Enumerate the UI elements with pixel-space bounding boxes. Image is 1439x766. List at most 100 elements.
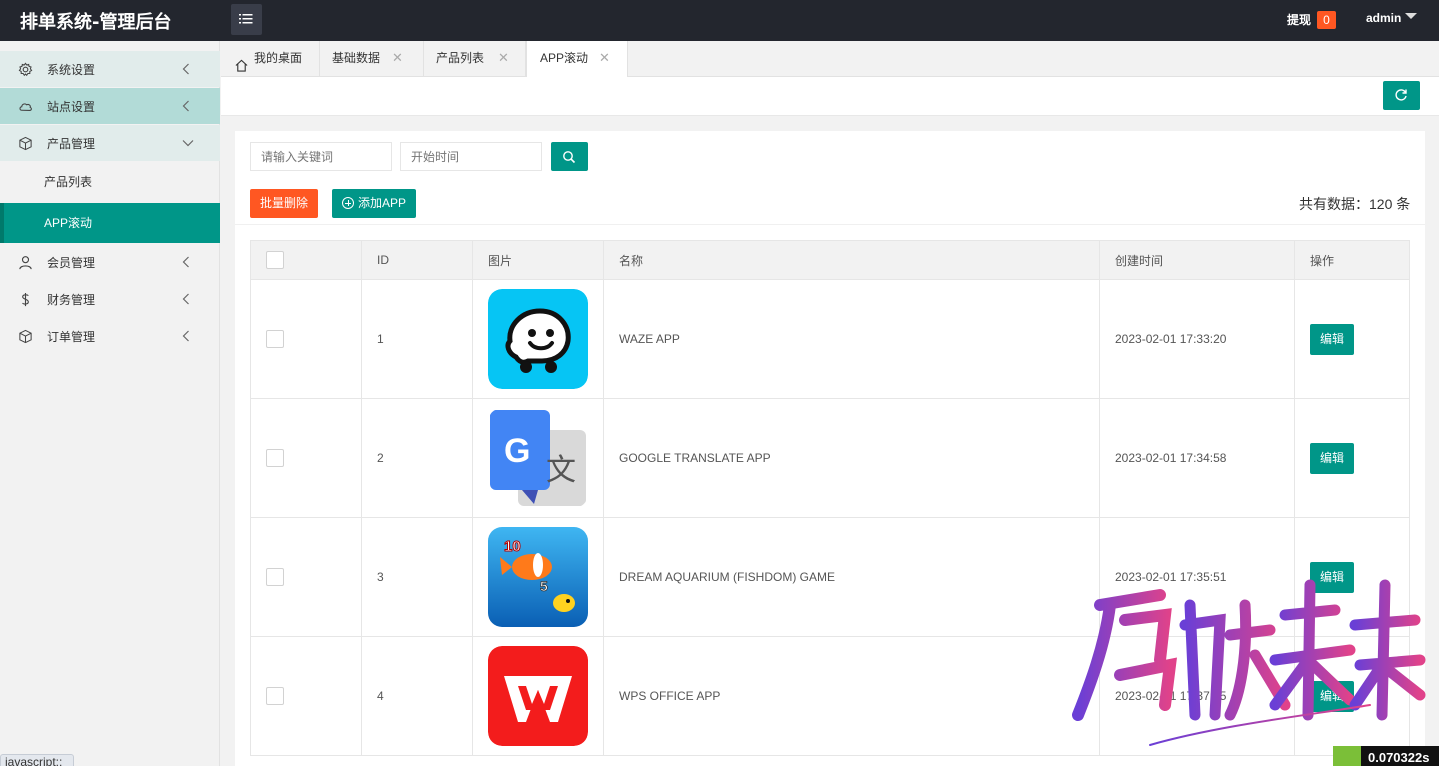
search-icon bbox=[563, 151, 576, 164]
row-image-cell: G 文 bbox=[472, 398, 604, 518]
timer-text: 0.070322s bbox=[1368, 750, 1430, 765]
chevron-left-icon bbox=[182, 281, 190, 317]
tab-label: 基础数据 bbox=[332, 51, 381, 65]
table-row: 3 10 5 DREAM AQUARIUM (FISHDOM) GAME 202… bbox=[250, 517, 1410, 637]
debug-timer: 0.070322s bbox=[1333, 746, 1439, 766]
row-name: GOOGLE TRANSLATE APP bbox=[603, 398, 1100, 518]
svg-text:文: 文 bbox=[546, 453, 576, 488]
row-select-cell bbox=[250, 398, 362, 518]
row-name: WPS OFFICE APP bbox=[603, 636, 1100, 756]
sidebar-subitem-app-scroll[interactable]: APP滚动 bbox=[0, 203, 220, 243]
package-icon bbox=[18, 125, 34, 161]
cloud-icon bbox=[18, 88, 34, 124]
row-image-cell bbox=[472, 636, 604, 756]
svg-text:G: G bbox=[504, 432, 530, 470]
user-menu[interactable]: admin bbox=[1366, 11, 1401, 25]
svg-text:5: 5 bbox=[540, 578, 548, 594]
sidebar-subitem-label: 产品列表 bbox=[44, 175, 93, 189]
refresh-button[interactable] bbox=[1383, 81, 1420, 110]
row-select-cell bbox=[250, 636, 362, 756]
tab-product-list[interactable]: 产品列表 ✕ bbox=[424, 41, 526, 77]
column-header-image: 图片 bbox=[472, 240, 604, 280]
column-header-id: ID bbox=[361, 240, 473, 280]
search-button[interactable] bbox=[551, 142, 588, 171]
chevron-left-icon bbox=[182, 51, 190, 87]
tab-basic-data[interactable]: 基础数据 ✕ bbox=[320, 41, 424, 77]
batch-delete-button[interactable]: 批量删除 bbox=[250, 189, 318, 218]
row-created-time: 2023-02-01 17:35:51 bbox=[1099, 517, 1295, 637]
chevron-left-icon bbox=[182, 318, 190, 354]
package-icon bbox=[18, 318, 34, 354]
page-toolbar bbox=[221, 77, 1439, 116]
tab-label: 我的桌面 bbox=[254, 51, 303, 65]
edit-button[interactable]: 编辑 bbox=[1310, 680, 1354, 712]
app-table: ID 图片 名称 创建时间 操作 1 WAZE APP 2023-02-01 1… bbox=[250, 240, 1410, 756]
row-action-cell: 编辑 bbox=[1294, 398, 1410, 518]
top-header: 排单系统-管理后台 提现 0 admin bbox=[0, 0, 1439, 41]
row-created-time: 2023-02-01 17:34:58 bbox=[1099, 398, 1295, 518]
svg-text:10: 10 bbox=[504, 538, 521, 555]
row-id: 1 bbox=[361, 279, 473, 399]
status-bar-link-preview: javascript:; bbox=[0, 754, 74, 766]
tab-label: APP滚动 bbox=[540, 51, 589, 65]
chevron-left-icon bbox=[182, 244, 190, 280]
row-checkbox[interactable] bbox=[266, 687, 284, 705]
dollar-icon bbox=[18, 281, 34, 317]
sidebar-item-label: 会员管理 bbox=[47, 256, 96, 270]
close-icon[interactable]: ✕ bbox=[599, 41, 610, 75]
tab-bar: 我的桌面 基础数据 ✕ 产品列表 ✕ APP滚动 ✕ bbox=[221, 41, 1439, 78]
row-checkbox[interactable] bbox=[266, 449, 284, 467]
plus-circle-icon bbox=[342, 197, 354, 209]
column-header-action: 操作 bbox=[1294, 240, 1410, 280]
keyword-search-input[interactable] bbox=[250, 142, 392, 171]
total-count: 共有数据：120 条 bbox=[1299, 196, 1411, 212]
menu-toggle-button[interactable] bbox=[231, 4, 262, 35]
sidebar: 系统设置 站点设置 产品管理 产品列表 APP滚动 会员管理 财务管理 订单管理 bbox=[0, 41, 220, 766]
edit-button[interactable]: 编辑 bbox=[1310, 442, 1354, 474]
leaf-icon bbox=[1333, 746, 1361, 766]
select-all-checkbox[interactable] bbox=[266, 251, 284, 269]
sidebar-item-site-settings[interactable]: 站点设置 bbox=[0, 88, 220, 124]
row-image-cell bbox=[472, 279, 604, 399]
wps-office-icon bbox=[488, 646, 588, 746]
app-title: 排单系统-管理后台 bbox=[20, 12, 172, 33]
sidebar-item-label: 系统设置 bbox=[47, 63, 96, 77]
tab-app-scroll[interactable]: APP滚动 ✕ bbox=[526, 41, 628, 78]
row-checkbox[interactable] bbox=[266, 568, 284, 586]
withdraw-link[interactable]: 提现 bbox=[1287, 11, 1311, 28]
close-icon[interactable]: ✕ bbox=[392, 41, 403, 75]
add-app-button[interactable]: 添加APP bbox=[332, 189, 416, 218]
user-icon bbox=[18, 244, 34, 280]
row-name: WAZE APP bbox=[603, 279, 1100, 399]
row-image-cell: 10 5 bbox=[472, 517, 604, 637]
column-header-name: 名称 bbox=[603, 240, 1100, 280]
sidebar-subitem-product-list[interactable]: 产品列表 bbox=[0, 162, 220, 202]
row-created-time: 2023-02-01 17:37:25 bbox=[1099, 636, 1295, 756]
table-row: 2 G 文 GOOGLE TRANSLATE APP 2023-02-01 17… bbox=[250, 398, 1410, 518]
row-checkbox[interactable] bbox=[266, 330, 284, 348]
row-action-cell: 编辑 bbox=[1294, 636, 1410, 756]
chevron-down-icon bbox=[182, 125, 194, 161]
sidebar-item-order-management[interactable]: 订单管理 bbox=[0, 318, 220, 354]
row-name: DREAM AQUARIUM (FISHDOM) GAME bbox=[603, 517, 1100, 637]
list-icon bbox=[239, 14, 253, 24]
caret-down-icon[interactable] bbox=[1405, 13, 1417, 19]
table-row: 4 WPS OFFICE APP 2023-02-01 17:37:25 编辑 bbox=[250, 636, 1410, 756]
column-header-created: 创建时间 bbox=[1099, 240, 1295, 280]
sidebar-item-system-settings[interactable]: 系统设置 bbox=[0, 51, 220, 87]
sidebar-item-product-management[interactable]: 产品管理 bbox=[0, 125, 220, 161]
close-icon[interactable]: ✕ bbox=[498, 41, 509, 75]
sidebar-item-member-management[interactable]: 会员管理 bbox=[0, 244, 220, 280]
waze-icon bbox=[488, 289, 588, 389]
sidebar-item-finance-management[interactable]: 财务管理 bbox=[0, 281, 220, 317]
sidebar-item-label: 站点设置 bbox=[47, 100, 96, 114]
edit-button[interactable]: 编辑 bbox=[1310, 323, 1354, 355]
start-time-input[interactable] bbox=[400, 142, 542, 171]
gear-icon bbox=[18, 51, 34, 87]
tab-my-desktop[interactable]: 我的桌面 bbox=[221, 41, 320, 77]
edit-button[interactable]: 编辑 bbox=[1310, 561, 1354, 593]
fishdom-icon: 10 5 bbox=[488, 527, 588, 627]
row-action-cell: 编辑 bbox=[1294, 517, 1410, 637]
sidebar-item-label: 产品管理 bbox=[47, 137, 96, 151]
sidebar-item-label: 订单管理 bbox=[47, 330, 96, 344]
